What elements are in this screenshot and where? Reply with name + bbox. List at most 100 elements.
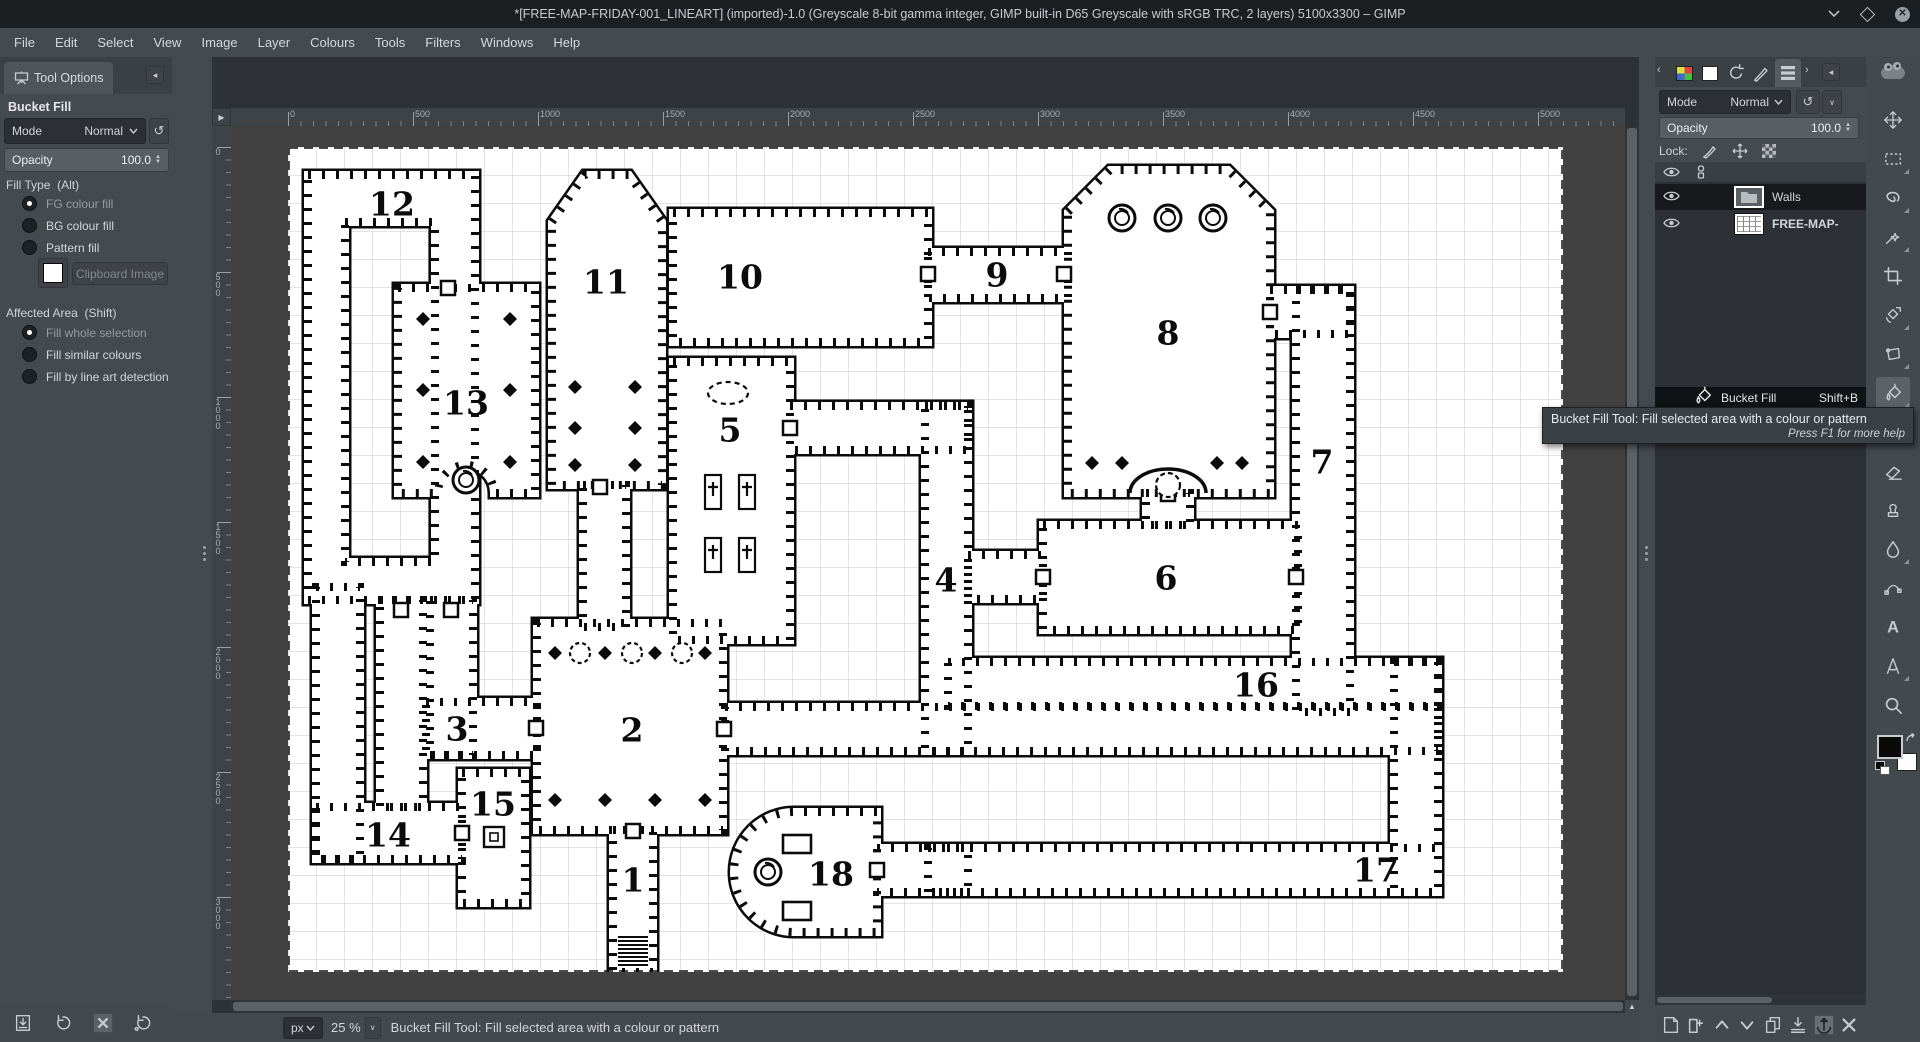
navigation-button[interactable]: ▲ xyxy=(1625,1000,1639,1013)
fill-type-bg-colour-fill[interactable]: BG colour fill xyxy=(22,218,114,233)
layer-row-walls[interactable]: Walls xyxy=(1655,184,1866,210)
ruler-origin-button[interactable]: ▶ xyxy=(212,108,231,126)
delete-preset-button[interactable] xyxy=(92,1012,114,1034)
tab-tool-options[interactable]: Tool Options xyxy=(4,62,113,94)
tabs-prev-icon[interactable]: ‹ xyxy=(1657,64,1661,76)
tab-colors[interactable] xyxy=(1671,59,1697,87)
tab-undo-history[interactable] xyxy=(1723,59,1749,87)
tabs-next-icon[interactable]: › xyxy=(1805,64,1809,76)
affected-area-fill-whole-selection[interactable]: Fill whole selection xyxy=(22,325,147,340)
tool-rectangle-select[interactable] xyxy=(1876,143,1910,175)
close-icon[interactable]: ✕ xyxy=(1895,7,1910,22)
tool-text[interactable]: A xyxy=(1876,611,1910,643)
right-splitter[interactable] xyxy=(1639,57,1655,1042)
fg-color-swatch[interactable] xyxy=(38,258,68,288)
save-preset-button[interactable] xyxy=(12,1012,34,1034)
merge-layer-button[interactable] xyxy=(1788,1014,1809,1035)
canvas-viewport[interactable]: 123456789101112131415161718 xyxy=(231,126,1625,1000)
tool-unified-transform[interactable] xyxy=(1876,299,1910,331)
raise-layer-button[interactable] xyxy=(1711,1014,1732,1035)
layer-row-free-map-[interactable]: FREE-MAP- xyxy=(1655,211,1866,237)
menu-image[interactable]: Image xyxy=(191,28,247,57)
fill-type-fg-colour-fill[interactable]: FG colour fill xyxy=(22,196,113,211)
tool-zoom[interactable] xyxy=(1876,689,1910,721)
layer-mode-reset-button[interactable]: ↺ xyxy=(1796,90,1820,114)
maximize-icon[interactable] xyxy=(1860,6,1876,22)
svg-text:A: A xyxy=(1887,618,1899,636)
vertical-ruler[interactable]: 05 0 01 0 0 01 5 0 02 0 0 02 5 0 03 0 0 … xyxy=(212,126,231,1000)
delete-layer-button[interactable] xyxy=(1839,1014,1860,1035)
lock-move-icon[interactable] xyxy=(1732,143,1748,159)
swap-colors-icon[interactable] xyxy=(1905,733,1917,745)
menu-tools[interactable]: Tools xyxy=(365,28,415,57)
restore-preset-button[interactable] xyxy=(52,1012,74,1034)
tab-paintbrush[interactable] xyxy=(1749,59,1775,87)
tool-paths[interactable] xyxy=(1876,572,1910,604)
new-layer-button[interactable] xyxy=(1660,1014,1681,1035)
menu-view[interactable]: View xyxy=(144,28,192,57)
tool-crop[interactable] xyxy=(1876,260,1910,292)
canvas-image[interactable]: 123456789101112131415161718 xyxy=(288,147,1563,972)
tool-clone[interactable] xyxy=(1876,494,1910,526)
layer-mode-menu-button[interactable]: ∨ xyxy=(1822,90,1842,114)
menu-colours[interactable]: Colours xyxy=(300,28,365,57)
tooltip-text: Bucket Fill Tool: Fill selected area wit… xyxy=(1551,412,1867,426)
fg-color-swatch-toolbox[interactable] xyxy=(1877,735,1903,759)
tab-layers[interactable] xyxy=(1775,59,1801,87)
layer-mode-label: Mode xyxy=(1667,95,1697,109)
anchor-layer-button[interactable] xyxy=(1813,1014,1834,1035)
tool-free-select[interactable] xyxy=(1876,182,1910,214)
unit-select[interactable]: px xyxy=(283,1017,323,1039)
menu-help[interactable]: Help xyxy=(543,28,590,57)
tool-popup-bucket-fill[interactable]: Bucket Fill Shift+B xyxy=(1655,387,1866,408)
zoom-value[interactable]: 25 % xyxy=(331,1020,361,1035)
tool-move[interactable] xyxy=(1876,104,1910,136)
fill-type-pattern-fill[interactable]: Pattern fill xyxy=(22,240,99,255)
menu-edit[interactable]: Edit xyxy=(45,28,87,57)
opacity-slider[interactable]: Opacity 100.0 ▲▼ xyxy=(4,148,169,172)
tool-handle-transform[interactable] xyxy=(1876,338,1910,370)
layers-h-scrollbar[interactable] xyxy=(1655,995,1866,1005)
left-splitter[interactable] xyxy=(172,57,212,1042)
dock-menu-icon[interactable]: ◂ xyxy=(1822,63,1840,81)
layer-mode-select[interactable]: Mode Normal xyxy=(1659,90,1791,114)
layer-opacity-slider[interactable]: Opacity 100.0 ▲▼ xyxy=(1659,117,1859,139)
menu-windows[interactable]: Windows xyxy=(471,28,544,57)
zoom-select-icon[interactable]: ∨ xyxy=(365,1017,381,1039)
affected-area-fill-by-line-art-detection[interactable]: Fill by line art detection xyxy=(22,369,169,384)
color-swatches[interactable] xyxy=(1877,735,1919,779)
affected-area-fill-similar-colours[interactable]: Fill similar colours xyxy=(22,347,141,362)
mode-reset-button[interactable]: ↺ xyxy=(149,118,169,144)
tool-smudge[interactable] xyxy=(1876,533,1910,565)
eye-icon[interactable] xyxy=(1663,217,1680,232)
layer-opacity-spinner[interactable]: ▲▼ xyxy=(1845,123,1851,133)
tab-brushes[interactable] xyxy=(1697,59,1723,87)
v-scroll-thumb[interactable] xyxy=(1627,128,1637,996)
vertical-scrollbar[interactable] xyxy=(1625,126,1639,1000)
link-icon[interactable] xyxy=(1696,165,1706,179)
duplicate-layer-button[interactable] xyxy=(1762,1014,1783,1035)
lock-paint-icon[interactable] xyxy=(1702,143,1718,159)
menu-layer[interactable]: Layer xyxy=(248,28,301,57)
reset-tool-button[interactable] xyxy=(132,1012,154,1034)
eye-icon[interactable] xyxy=(1663,166,1680,178)
horizontal-ruler[interactable]: 0500100015002000250030003500400045005000 xyxy=(231,108,1625,126)
h-scroll-thumb[interactable] xyxy=(233,1002,1623,1011)
horizontal-scrollbar[interactable] xyxy=(231,1000,1625,1013)
lower-layer-button[interactable] xyxy=(1737,1014,1758,1035)
minimize-icon[interactable] xyxy=(1828,10,1840,18)
tool-eraser[interactable] xyxy=(1876,455,1910,487)
opacity-spinner[interactable]: ▲▼ xyxy=(155,155,161,165)
eye-icon[interactable] xyxy=(1663,190,1680,205)
menu-file[interactable]: File xyxy=(4,28,45,57)
tool-measure[interactable] xyxy=(1876,650,1910,682)
tab-menu-icon[interactable]: ◂ xyxy=(146,66,164,84)
tool-bucket-fill[interactable] xyxy=(1876,377,1910,409)
menu-filters[interactable]: Filters xyxy=(415,28,470,57)
mode-select[interactable]: Mode Normal xyxy=(4,118,146,144)
clipboard-image-button[interactable]: Clipboard Image xyxy=(72,262,168,285)
tool-fuzzy-select[interactable] xyxy=(1876,221,1910,253)
lock-alpha-icon[interactable] xyxy=(1762,144,1776,158)
new-group-button[interactable] xyxy=(1686,1014,1707,1035)
menu-select[interactable]: Select xyxy=(87,28,143,57)
